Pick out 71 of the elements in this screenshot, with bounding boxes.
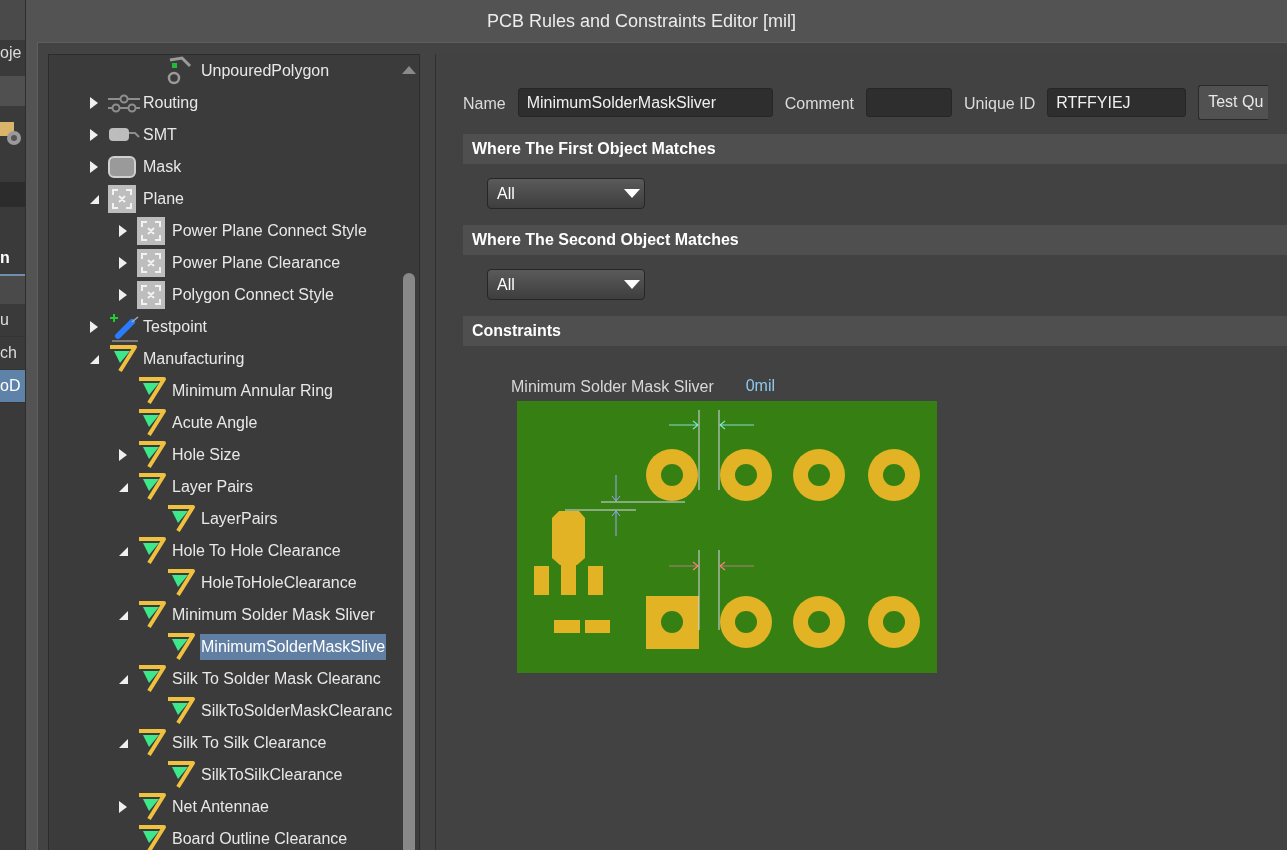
section-header: Where The First Object Matches <box>463 134 1287 164</box>
tree-item[interactable]: Silk To Solder Mask Clearanc <box>171 666 382 692</box>
tree-item[interactable]: SilkToSilkClearance <box>200 762 344 788</box>
tree-item[interactable]: Net Antennae <box>171 794 270 820</box>
tree-item[interactable]: Board Outline Clearance <box>171 826 349 850</box>
section-header: Constraints <box>463 316 1287 346</box>
comment-field[interactable] <box>866 87 953 117</box>
rule-icon <box>166 632 196 662</box>
tree-item[interactable]: MinimumSolderMaskSlive <box>200 634 387 660</box>
tree-item[interactable]: SMT <box>142 122 178 148</box>
plane-icon <box>108 185 136 213</box>
rule-icon <box>137 600 167 630</box>
panel-list-item[interactable]: oD <box>0 370 25 403</box>
rule-icon <box>137 728 167 758</box>
tree-item[interactable]: Power Plane Clearance <box>171 250 342 276</box>
tree-item[interactable]: HoleToHoleClearance <box>200 570 358 596</box>
caret-icon <box>624 280 640 289</box>
rule-icon <box>166 504 196 534</box>
tree-item[interactable]: UnpouredPolygon <box>200 58 331 84</box>
plane-icon <box>137 217 165 245</box>
test-button[interactable]: Test Qu <box>1198 84 1269 120</box>
rule-icon <box>137 792 167 822</box>
polygon-icon <box>166 56 192 86</box>
tree-item[interactable]: Power Plane Connect Style <box>171 218 368 244</box>
plane-icon <box>137 249 165 277</box>
tree-item[interactable]: LayerPairs <box>200 506 279 532</box>
tree-item[interactable]: Routing <box>142 90 200 116</box>
dropdown[interactable]: All <box>487 269 645 300</box>
mask-icon <box>108 156 136 178</box>
tree-item[interactable]: Hole To Hole Clearance <box>171 538 342 564</box>
tree-item[interactable]: Manufacturing <box>142 346 246 372</box>
field-label: Comment <box>784 95 855 113</box>
rule-icon <box>137 408 167 438</box>
section-header: Where The Second Object Matches <box>463 225 1287 255</box>
scroll-up-icon[interactable] <box>402 66 416 74</box>
rule-icon <box>137 440 167 470</box>
rule-icon <box>166 760 196 790</box>
tree-item[interactable]: Mask <box>142 154 183 180</box>
panel-strip <box>0 76 25 106</box>
tree-item[interactable]: SilkToSolderMaskClearanc <box>200 698 394 724</box>
tree-item[interactable]: Testpoint <box>142 314 209 340</box>
tree-item[interactable]: Minimum Solder Mask Sliver <box>171 602 376 628</box>
rule-icon <box>137 824 167 850</box>
panel-strip <box>0 276 25 304</box>
caret-icon <box>624 189 640 198</box>
window-title: PCB Rules and Constraints Editor [mil] <box>486 10 798 32</box>
panel-list-item[interactable]: u <box>0 304 25 337</box>
tree-item[interactable]: Layer Pairs <box>171 474 254 500</box>
tree-item[interactable]: Minimum Annular Ring <box>171 378 334 404</box>
field-label: Unique ID <box>964 95 1036 113</box>
name-field[interactable]: MinimumSolderMaskSliver <box>517 87 773 117</box>
tree-item[interactable]: Silk To Silk Clearance <box>171 730 328 756</box>
tree-item[interactable]: Plane <box>142 186 185 212</box>
plane-icon <box>137 281 165 309</box>
rule-icon <box>166 568 196 598</box>
rule-icon <box>137 536 167 566</box>
tree-item[interactable]: Acute Angle <box>171 410 259 436</box>
rule-icon <box>137 376 167 406</box>
rule-icon <box>137 472 167 502</box>
rule-icon <box>137 664 167 694</box>
rule-icon <box>166 696 196 726</box>
scrollbar-thumb[interactable] <box>403 273 415 850</box>
field-label: Name <box>463 95 506 113</box>
constraint-label: Minimum Solder Mask Sliver <box>511 378 714 396</box>
constraint-value[interactable]: 0mil <box>745 376 776 395</box>
tree-item[interactable]: Polygon Connect Style <box>171 282 335 308</box>
rule-icon <box>108 344 138 374</box>
probe-icon <box>108 312 140 342</box>
unique-id-field[interactable]: RTFFYIEJ <box>1047 87 1187 117</box>
dropdown[interactable]: All <box>487 178 645 209</box>
tree-item[interactable]: Hole Size <box>171 442 242 468</box>
